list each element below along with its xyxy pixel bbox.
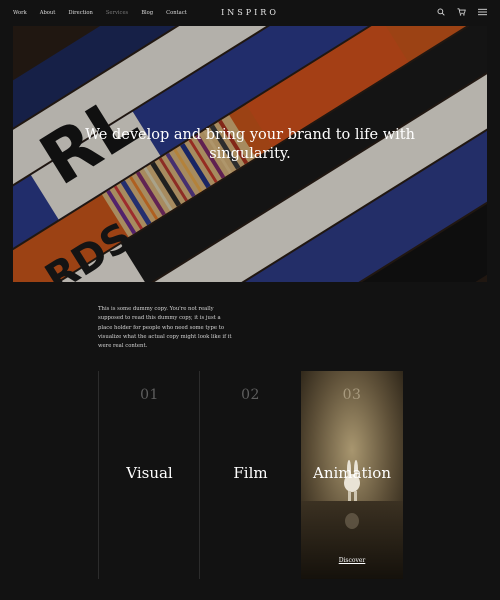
- search-icon[interactable]: [437, 8, 445, 16]
- discover-link[interactable]: Discover: [301, 557, 403, 564]
- service-card-animation[interactable]: 03 Animation Discover: [301, 371, 403, 579]
- service-card-visual[interactable]: 01 Visual: [98, 371, 200, 579]
- service-title: Visual: [126, 464, 173, 482]
- menu-icon[interactable]: [478, 8, 487, 16]
- service-number: 03: [342, 387, 362, 403]
- service-title: Animation: [313, 464, 391, 482]
- service-card-film[interactable]: 02 Film: [199, 371, 301, 579]
- service-number: 02: [241, 387, 260, 403]
- cart-icon[interactable]: [457, 8, 466, 16]
- top-navigation: Work About Direction Services Blog Conta…: [0, 0, 500, 26]
- site-logo[interactable]: INSPIRO: [0, 8, 500, 17]
- intro-paragraph: This is some dummy copy. You're not real…: [98, 306, 232, 350]
- service-number: 01: [140, 387, 159, 403]
- service-title: Film: [233, 464, 268, 482]
- hero-banner: RL RDS We develop and bring your brand t…: [13, 26, 487, 282]
- hero-headline: We develop and bring your brand to life …: [85, 127, 415, 162]
- nav-icons: [437, 8, 487, 16]
- services-grid: 01 Visual 02 Film 03 Animation Discover: [98, 371, 403, 579]
